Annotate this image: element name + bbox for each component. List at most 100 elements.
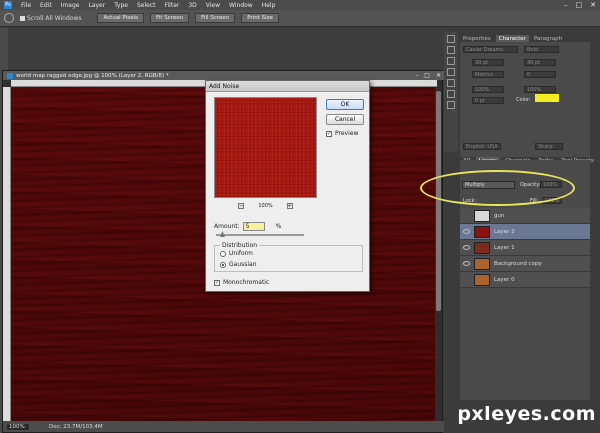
gaussian-radio-dot [220, 261, 226, 268]
preview-check-icon: ✓ [326, 130, 332, 137]
layer-row[interactable]: gun [460, 208, 590, 224]
text-color-swatch[interactable] [535, 94, 559, 102]
ok-button[interactable]: OK [326, 99, 364, 110]
kerning-field[interactable]: Metrics [472, 71, 504, 78]
layer-name: gun [494, 212, 505, 219]
preview-label: Preview [335, 130, 359, 137]
mono-label: Monochromatic [223, 279, 270, 286]
options-bar: Scroll All Windows Actual Pixels Fit Scr… [0, 10, 600, 27]
info-icon[interactable] [447, 101, 455, 109]
amount-label: Amount: [214, 223, 240, 230]
amount-unit: % [275, 223, 282, 230]
visibility-eye-icon[interactable] [463, 245, 470, 250]
doc-maximize-icon[interactable]: □ [424, 72, 430, 79]
document-window-controls: – □ ✕ [415, 72, 441, 79]
menu-layer[interactable]: Layer [88, 2, 105, 9]
brush-icon[interactable] [447, 57, 455, 65]
leading-field[interactable]: 30 pt [524, 59, 556, 66]
gaussian-label: Gaussian [229, 261, 257, 268]
visibility-eye-icon[interactable] [463, 229, 470, 234]
layer-name: Background copy [494, 260, 542, 267]
layer-thumbnail [474, 241, 490, 254]
uniform-label: Uniform [229, 250, 253, 257]
menu-file[interactable]: File [21, 2, 31, 9]
doc-close-icon[interactable]: ✕ [436, 72, 441, 79]
noise-preview[interactable] [214, 97, 317, 198]
layer-name: Layer 0 [494, 276, 515, 283]
zoom-out-icon[interactable]: − [238, 203, 245, 209]
zoom-tool-icon[interactable] [4, 13, 14, 23]
menu-select[interactable]: Select [137, 2, 156, 9]
menu-edit[interactable]: Edit [40, 2, 52, 9]
visibility-eye-icon[interactable] [463, 261, 470, 266]
amount-input[interactable]: 5 [242, 222, 265, 231]
watermark-text: pxleyes.com [457, 403, 596, 425]
tracking-field[interactable]: 0 [524, 71, 556, 78]
monochromatic-checkbox[interactable]: ✓ Monochromatic [214, 279, 269, 286]
document-tab[interactable]: world map ragged edge.jpg @ 100% (Layer … [3, 71, 444, 80]
amount-slider-thumb[interactable] [220, 231, 225, 237]
zoom-level[interactable]: 100% [7, 423, 29, 430]
mono-check-icon: ✓ [214, 279, 220, 286]
layer-row[interactable]: Layer 2 [460, 224, 590, 240]
amount-row: Amount: 5 % [214, 222, 281, 231]
preview-zoom-controls: − 100% + [214, 203, 317, 209]
cancel-button[interactable]: Cancel [326, 114, 364, 125]
gaussian-radio[interactable]: Gaussian [220, 261, 257, 268]
layer-thumbnail [474, 257, 490, 270]
document-title: world map ragged edge.jpg @ 100% (Layer … [16, 72, 169, 79]
menu-window[interactable]: Window [229, 2, 253, 9]
vertical-scale-field[interactable]: 100% [472, 86, 504, 93]
preview-checkbox[interactable]: ✓ Preview [326, 130, 358, 137]
menu-view[interactable]: View [206, 2, 220, 9]
paragraph-icon[interactable] [447, 90, 455, 98]
horizontal-scale-field[interactable]: 100% [524, 86, 556, 93]
menu-3d[interactable]: 3D [188, 2, 196, 9]
actions-icon[interactable] [447, 46, 455, 54]
maximize-icon[interactable]: □ [576, 1, 583, 9]
print-size-button[interactable]: Print Size [241, 13, 279, 23]
antialias-select[interactable]: Sharp [535, 143, 563, 150]
fit-screen-button[interactable]: Fit Screen [150, 13, 190, 23]
menu-help[interactable]: Help [262, 2, 276, 9]
menu-type[interactable]: Type [114, 2, 128, 9]
close-icon[interactable]: ✕ [590, 1, 596, 9]
document-icon [7, 72, 13, 79]
photoshop-logo-icon: Ps [4, 1, 12, 9]
menu-filter[interactable]: Filter [165, 2, 180, 9]
color-label: Color: [516, 97, 531, 103]
type-icon[interactable] [447, 79, 455, 87]
layer-row[interactable]: Layer 1 [460, 240, 590, 256]
history-icon[interactable] [447, 35, 455, 43]
ruler-vertical[interactable] [3, 87, 11, 423]
uniform-radio[interactable]: Uniform [220, 250, 253, 257]
doc-minimize-icon[interactable]: – [415, 72, 418, 79]
baseline-field[interactable]: 0 pt [472, 97, 504, 104]
status-bar: 100% Doc: 23.7M/103.4M [3, 421, 444, 432]
layer-thumbnail [474, 209, 490, 222]
vertical-scrollbar[interactable] [435, 87, 442, 423]
amount-slider[interactable] [216, 231, 304, 237]
distribution-group: Distribution Uniform Gaussian [214, 242, 363, 272]
font-style-select[interactable]: Bold [524, 46, 559, 53]
actual-pixels-button[interactable]: Actual Pixels [97, 13, 145, 23]
layer-row[interactable]: Background copy [460, 256, 590, 272]
dialog-title: Add Noise [206, 81, 369, 92]
language-select[interactable]: English: USA [463, 143, 501, 150]
scroll-all-windows-checkbox[interactable]: Scroll All Windows [20, 15, 81, 22]
add-noise-dialog: Add Noise − 100% + OK Cancel ✓ Preview A… [205, 80, 370, 292]
uniform-radio-dot [220, 250, 226, 257]
fill-screen-button[interactable]: Fill Screen [195, 13, 236, 23]
menu-bar: Ps File Edit Image Layer Type Select Fil… [0, 0, 600, 10]
annotation-ellipse [420, 170, 575, 206]
zoom-in-icon[interactable]: + [286, 203, 293, 209]
scrollbar-thumb[interactable] [436, 91, 441, 311]
font-family-select[interactable]: Caviar Dreams [463, 46, 518, 53]
minimize-icon[interactable]: – [564, 1, 568, 9]
clone-source-icon[interactable] [447, 68, 455, 76]
layer-row[interactable]: Layer 0 [460, 272, 590, 288]
font-size-field[interactable]: 30 pt [472, 59, 504, 66]
menu-image[interactable]: Image [61, 2, 80, 9]
doc-size-info: Doc: 23.7M/103.4M [49, 423, 103, 430]
distribution-label: Distribution [220, 242, 260, 249]
